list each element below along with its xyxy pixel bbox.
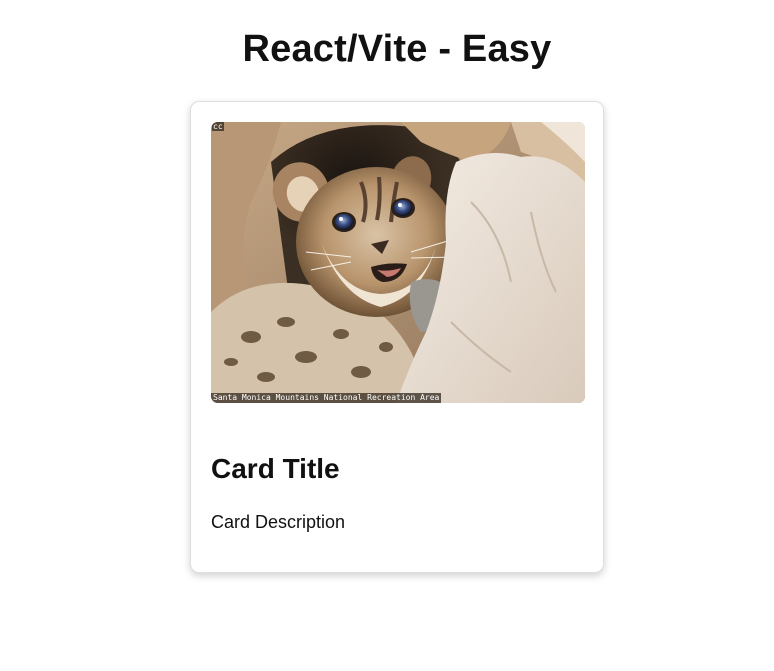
card-image: cc Santa Monica Mountains National Recre… (211, 122, 585, 403)
kitten-photo (211, 122, 585, 403)
image-credit: Santa Monica Mountains National Recreati… (211, 393, 442, 403)
card-description: Card Description (211, 512, 346, 532)
page: React/Vite - Easy cc Santa Monica Mounta… (0, 0, 774, 671)
cc-mark: cc (212, 122, 224, 131)
card: cc Santa Monica Mountains National Recre… (190, 101, 604, 573)
page-title: React/Vite - Easy (242, 28, 552, 70)
card-title: Card Title (211, 453, 340, 484)
